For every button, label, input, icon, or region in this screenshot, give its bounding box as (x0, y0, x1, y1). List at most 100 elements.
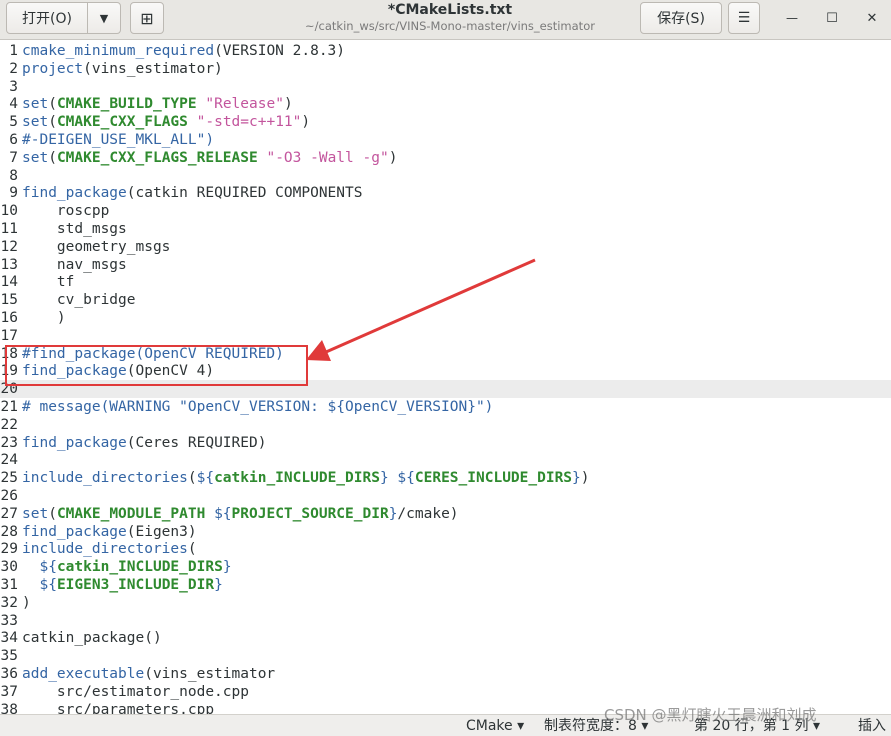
code-line[interactable]: 33 (0, 612, 891, 630)
code-text: roscpp (22, 202, 109, 220)
code-token: catkin_package() (22, 630, 162, 647)
line-number: 7 (9, 149, 18, 166)
code-token: /cmake) (397, 505, 459, 522)
code-line[interactable]: 15 cv_bridge (0, 291, 891, 309)
line-number: 33 (0, 612, 18, 629)
code-line[interactable]: 30 ${catkin_INCLUDE_DIRS} (0, 558, 891, 576)
code-line[interactable]: 17 (0, 327, 891, 345)
code-token: project (22, 60, 84, 77)
code-line[interactable]: 6 #-DEIGEN_USE_MKL_ALL") (0, 131, 891, 149)
language-selector[interactable]: CMake ▾ (466, 717, 524, 735)
code-line[interactable]: 4 set(CMAKE_BUILD_TYPE "Release") (0, 95, 891, 113)
line-number: 8 (9, 167, 18, 184)
code-token: (catkin REQUIRED COMPONENTS (126, 185, 363, 202)
code-text: src/estimator_node.cpp (22, 683, 249, 701)
code-line[interactable]: 10 roscpp (0, 202, 891, 220)
code-line[interactable]: 24 (0, 451, 891, 469)
open-menu-button[interactable]: ▼ (87, 2, 121, 34)
line-number: 6 (9, 132, 18, 148)
code-token: (Ceres REQUIRED) (126, 434, 267, 451)
code-token: catkin_INCLUDE_DIRS (214, 470, 380, 487)
code-token: nav_msgs (22, 256, 127, 273)
new-tab-button[interactable]: ⊞ (130, 2, 164, 34)
code-line[interactable]: 1 cmake_minimum_required(VERSION 2.8.3) (0, 42, 891, 60)
code-line[interactable]: 25 include_directories(${catkin_INCLUDE_D… (0, 469, 891, 487)
code-token: find_package (22, 434, 127, 451)
code-line[interactable]: 35 (0, 647, 891, 665)
code-token: tf (22, 274, 75, 291)
line-number: 17 (0, 327, 18, 344)
open-button[interactable]: 打开(O) (6, 2, 88, 34)
line-number: 35 (0, 648, 18, 665)
header-bar: 打开(O) ▼ ⊞ *CMakeLists.txt ~/catkin_ws/sr… (0, 0, 891, 40)
hamburger-icon: ☰ (737, 10, 751, 26)
code-line[interactable]: 14 tf (0, 273, 891, 291)
line-number: 2 (9, 60, 18, 77)
code-line[interactable]: 9 find_package(catkin REQUIRED COMPONENTS (0, 184, 891, 202)
code-line[interactable]: 27 set(CMAKE_MODULE_PATH ${PROJECT_SOURCE… (0, 505, 891, 523)
code-token: ) (580, 470, 590, 487)
code-line[interactable]: 11 std_msgs (0, 220, 891, 238)
code-token: add_executable (22, 666, 145, 682)
file-path: ~/catkin_ws/src/VINS-Mono-master/vins_es… (305, 19, 595, 33)
code-token: ) (22, 310, 66, 326)
line-number: 38 (0, 701, 18, 714)
line-number: 4 (9, 96, 18, 113)
line-number: 10 (0, 203, 18, 220)
code-text: set(CMAKE_MODULE_PATH ${PROJECT_SOURCE_D… (22, 505, 459, 523)
code-token: } (572, 470, 581, 487)
code-token: roscpp (22, 203, 110, 220)
code-line[interactable]: 34 catkin_package() (0, 629, 891, 647)
close-button[interactable]: ✕ (858, 6, 886, 30)
code-line[interactable]: 23 find_package(Ceres REQUIRED) (0, 434, 891, 452)
code-text: set(CMAKE_CXX_FLAGS_RELEASE "-O3 -Wall -… (22, 149, 397, 167)
code-token: "Release" (205, 96, 284, 113)
code-line[interactable]: 13 nav_msgs (0, 256, 891, 274)
code-line[interactable]: 8 (0, 167, 891, 185)
code-text: find_package(catkin REQUIRED COMPONENTS (22, 184, 362, 202)
code-line[interactable]: 31 ${EIGEN3_INCLUDE_DIR} (0, 576, 891, 594)
code-line[interactable]: 7 set(CMAKE_CXX_FLAGS_RELEASE "-O3 -Wall … (0, 149, 891, 167)
line-number: 3 (9, 78, 18, 95)
code-line[interactable]: 36 add_executable(vins_estimator (0, 665, 891, 683)
line-number: 21 (0, 399, 18, 415)
code-token: ( (187, 541, 197, 558)
code-line[interactable]: 26 (0, 487, 891, 505)
code-text: ${catkin_INCLUDE_DIRS} (22, 558, 231, 576)
code-text: cmake_minimum_required(VERSION 2.8.3) (22, 42, 345, 60)
maximize-button[interactable]: ☐ (818, 6, 846, 30)
code-token: find_package (22, 523, 127, 540)
line-number: 27 (0, 505, 18, 522)
code-line[interactable]: 3 (0, 78, 891, 96)
code-token: ) (283, 96, 293, 113)
code-line[interactable]: 37 src/estimator_node.cpp (0, 683, 891, 701)
code-line[interactable]: 5 set(CMAKE_CXX_FLAGS "-std=c++11") (0, 113, 891, 131)
code-line[interactable]: 29 include_directories( (0, 540, 891, 558)
code-token: #-DEIGEN_USE_MKL_ALL") (22, 132, 215, 148)
code-line[interactable]: 12 geometry_msgs (0, 238, 891, 256)
line-number: 15 (0, 292, 18, 309)
watermark: CSDN @黑灯瞎火王晨洲和刘成 (604, 706, 817, 724)
hamburger-menu-button[interactable]: ☰ (728, 2, 760, 34)
code-text: ) (22, 594, 31, 612)
code-token: # message(WARNING "OpenCV_VERSION: ${Ope… (22, 399, 494, 415)
code-line[interactable]: 28 find_package(Eigen3) (0, 523, 891, 541)
code-text: src/parameters.cpp (22, 701, 214, 714)
minimize-button[interactable]: — (778, 6, 806, 30)
code-text: # message(WARNING "OpenCV_VERSION: ${Ope… (22, 398, 493, 416)
code-line[interactable]: 2 project(vins_estimator) (0, 60, 891, 78)
code-token: src/estimator_node.cpp (22, 683, 249, 700)
code-line[interactable]: 32) (0, 594, 891, 612)
line-number: 16 (0, 310, 18, 326)
line-number: 14 (0, 274, 18, 291)
code-line[interactable]: 16 ) (0, 309, 891, 327)
code-line[interactable]: 22 (0, 416, 891, 434)
code-token: EIGEN3_INCLUDE_DIR (56, 577, 215, 593)
code-text: set(CMAKE_CXX_FLAGS "-std=c++11") (22, 113, 310, 131)
code-token: CMAKE_BUILD_TYPE (56, 96, 197, 113)
code-text: find_package(Ceres REQUIRED) (22, 434, 266, 452)
code-line[interactable]: 21 # message(WARNING "OpenCV_VERSION: ${O… (0, 398, 891, 416)
chevron-down-icon: ▼ (99, 11, 109, 25)
save-button[interactable]: 保存(S) (640, 2, 722, 34)
